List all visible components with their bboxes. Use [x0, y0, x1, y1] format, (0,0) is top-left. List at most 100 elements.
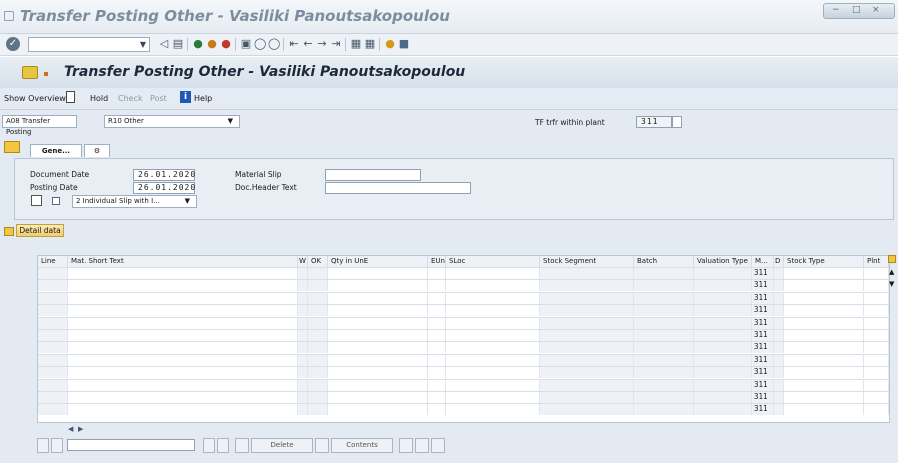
- table-cell[interactable]: [328, 317, 428, 329]
- table-row[interactable]: 311: [38, 341, 889, 354]
- scroll-left-icon[interactable]: ◀: [68, 425, 73, 433]
- table-cell[interactable]: [864, 292, 889, 304]
- table-cell[interactable]: [540, 354, 634, 366]
- table-cell[interactable]: [774, 268, 784, 279]
- table-cell[interactable]: [694, 367, 752, 379]
- table-cell[interactable]: [694, 379, 752, 391]
- enter-icon[interactable]: ✓: [6, 37, 20, 51]
- tab-general[interactable]: Gene...: [30, 144, 82, 157]
- table-cell[interactable]: [774, 280, 784, 292]
- table-cell[interactable]: [328, 305, 428, 317]
- table-cell[interactable]: [68, 280, 298, 292]
- contents-button[interactable]: Contents: [331, 438, 393, 453]
- detail-data-button[interactable]: Detail data: [16, 224, 64, 237]
- table-cell[interactable]: [634, 342, 694, 354]
- table-cell[interactable]: [864, 268, 889, 279]
- trash-icon[interactable]: [235, 438, 249, 453]
- export-icon[interactable]: [431, 438, 445, 453]
- table-cell[interactable]: [328, 292, 428, 304]
- hold-button[interactable]: Hold: [90, 94, 108, 103]
- table-cell[interactable]: [864, 330, 889, 341]
- movement-type-field[interactable]: 311: [636, 116, 672, 128]
- table-row[interactable]: 311: [38, 279, 889, 292]
- print-version-select[interactable]: 2 Individual Slip with I... ▼: [72, 195, 197, 208]
- table-cell[interactable]: [38, 317, 68, 329]
- table-cell[interactable]: [694, 305, 752, 317]
- chevron-down-icon[interactable]: ▼: [185, 196, 190, 207]
- table-cell[interactable]: [634, 367, 694, 379]
- table-cell[interactable]: [428, 367, 446, 379]
- table-cell[interactable]: [774, 342, 784, 354]
- print-checkbox[interactable]: [52, 197, 60, 205]
- table-cell[interactable]: [864, 404, 889, 416]
- scroll-down-icon[interactable]: ▼: [889, 280, 894, 288]
- column-header-line[interactable]: Line: [38, 256, 68, 267]
- movement-type-cell[interactable]: 311: [752, 305, 774, 317]
- table-cell[interactable]: [784, 305, 864, 317]
- table-cell[interactable]: [540, 292, 634, 304]
- shortcut-icon[interactable]: ▦: [364, 38, 376, 50]
- table-cell[interactable]: [540, 280, 634, 292]
- table-cell[interactable]: [328, 354, 428, 366]
- table-cell[interactable]: [298, 292, 308, 304]
- save-icon[interactable]: ▤: [172, 38, 184, 50]
- table-cell[interactable]: [694, 292, 752, 304]
- table-cell[interactable]: [38, 292, 68, 304]
- table-cell[interactable]: [784, 404, 864, 416]
- table-row[interactable]: 311: [38, 304, 889, 317]
- table-row[interactable]: 311: [38, 391, 889, 403]
- table-cell[interactable]: [540, 342, 634, 354]
- folder-icon[interactable]: [4, 141, 20, 153]
- table-cell[interactable]: [428, 268, 446, 279]
- scroll-right-icon[interactable]: ▶: [78, 425, 83, 433]
- column-header-qty[interactable]: Qty in UnE: [328, 256, 428, 267]
- table-cell[interactable]: [38, 280, 68, 292]
- first-page-icon[interactable]: ⇤: [288, 38, 300, 50]
- table-cell[interactable]: [68, 367, 298, 379]
- table-cell[interactable]: [694, 330, 752, 341]
- filter-icon[interactable]: [51, 438, 63, 453]
- table-cell[interactable]: [446, 268, 540, 279]
- table-row[interactable]: 311: [38, 403, 889, 416]
- table-cell[interactable]: [774, 404, 784, 416]
- table-cell[interactable]: [428, 330, 446, 341]
- table-cell[interactable]: [634, 317, 694, 329]
- table-cell[interactable]: [774, 317, 784, 329]
- table-cell[interactable]: [68, 330, 298, 341]
- cancel-icon[interactable]: ●: [220, 38, 232, 50]
- table-cell[interactable]: [308, 367, 328, 379]
- posting-date-field[interactable]: 26.01.2020: [133, 182, 195, 194]
- back-nav-icon[interactable]: ●: [192, 38, 204, 50]
- column-header-eun[interactable]: EUn: [428, 256, 446, 267]
- table-cell[interactable]: [784, 292, 864, 304]
- table-cell[interactable]: [428, 305, 446, 317]
- table-cell[interactable]: [68, 379, 298, 391]
- customize-icon[interactable]: ■: [398, 38, 410, 50]
- table-cell[interactable]: [634, 280, 694, 292]
- new-session-icon[interactable]: ▦: [350, 38, 362, 50]
- command-field[interactable]: ▼: [28, 37, 150, 52]
- table-cell[interactable]: [428, 342, 446, 354]
- table-cell[interactable]: [784, 354, 864, 366]
- table-cell[interactable]: [774, 367, 784, 379]
- table-cell[interactable]: [540, 367, 634, 379]
- table-cell[interactable]: [864, 317, 889, 329]
- table-cell[interactable]: [864, 280, 889, 292]
- table-cell[interactable]: [784, 317, 864, 329]
- table-cell[interactable]: [446, 330, 540, 341]
- column-header-valuation-type[interactable]: Valuation Type: [694, 256, 752, 267]
- table-cell[interactable]: [328, 392, 428, 403]
- table-cell[interactable]: [298, 404, 308, 416]
- table-cell[interactable]: [446, 342, 540, 354]
- table-cell[interactable]: [864, 305, 889, 317]
- table-settings-icon[interactable]: [888, 255, 896, 263]
- movement-type-cell[interactable]: 311: [752, 280, 774, 292]
- show-overview-button[interactable]: Show Overview: [4, 94, 66, 103]
- table-cell[interactable]: [38, 379, 68, 391]
- help-icon[interactable]: ●: [384, 38, 396, 50]
- table-cell[interactable]: [428, 354, 446, 366]
- print-icon[interactable]: ▣: [240, 38, 252, 50]
- chevron-down-icon[interactable]: ▼: [140, 40, 146, 49]
- next-page-icon[interactable]: →: [316, 38, 328, 50]
- movement-type-cell[interactable]: 311: [752, 354, 774, 366]
